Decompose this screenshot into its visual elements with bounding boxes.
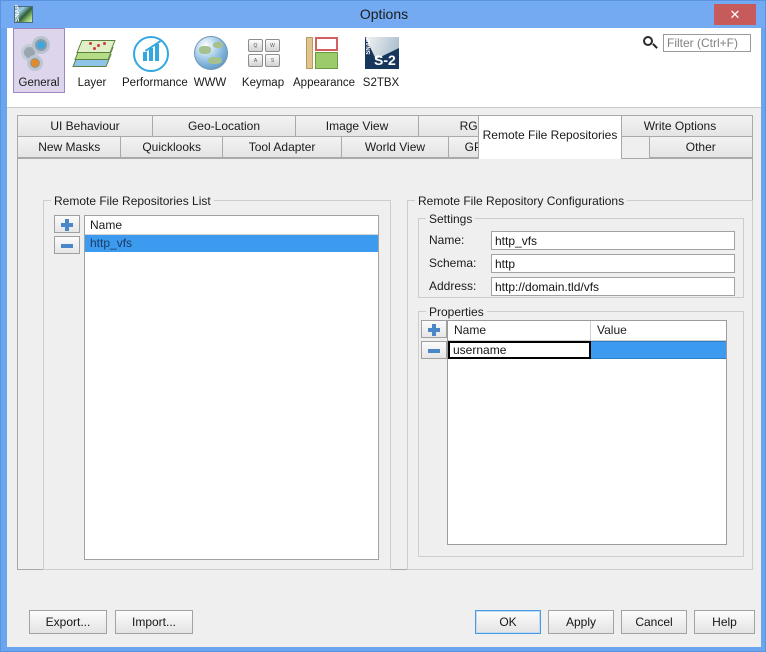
address-field-label: Address: [429,279,477,293]
tab-ui-behaviour[interactable]: UI Behaviour [17,115,152,137]
tab-strip: UI Behaviour Geo-Location Image View RGB… [17,115,753,159]
settings-legend: Settings [426,212,476,226]
performance-chart-icon [127,32,175,76]
help-button[interactable]: Help [694,610,755,634]
tab-row-top: UI Behaviour Geo-Location Image View RGB… [17,115,753,137]
properties-column-name: Name [448,321,591,340]
category-appearance[interactable]: Appearance [290,28,356,93]
minus-icon [428,349,440,353]
repositories-column-header-name: Name [85,216,378,235]
category-general-label: General [18,77,60,89]
window-title: Options [359,6,409,22]
add-repository-button[interactable] [54,215,80,233]
category-performance-label: Performance [122,77,188,89]
repository-list-item[interactable]: http_vfs [85,235,378,252]
tab-image-view[interactable]: Image View [295,115,418,137]
apply-button[interactable]: Apply [548,610,614,634]
cancel-button[interactable]: Cancel [621,610,687,634]
gears-icon [16,32,64,76]
address-field[interactable] [491,277,735,296]
remote-file-repositories-list-legend: Remote File Repositories List [51,194,214,208]
remove-repository-button[interactable] [54,236,80,254]
category-keymap-label: Keymap [241,77,285,89]
tab-quicklooks[interactable]: Quicklooks [120,136,222,158]
ok-button[interactable]: OK [475,610,541,634]
help-button-label: Help [712,615,737,629]
category-layer[interactable]: Layer [66,28,118,93]
category-s2tbx[interactable]: SNAP S-2 S2TBX [355,28,407,93]
category-keymap[interactable]: Q W A S Keymap [237,28,289,93]
search-icon [641,34,659,52]
layers-icon [69,32,117,76]
import-button-label: Import... [131,615,176,629]
properties-table-header: Name Value [448,321,726,341]
remote-file-repositories-list-group: Remote File Repositories List Name http_… [43,194,391,570]
minus-icon [61,244,73,248]
properties-group: Properties Name Value username [418,305,744,557]
category-list: General Layer Performance WWW Q W A S Ke… [13,28,408,93]
table-row[interactable]: username [448,341,726,359]
field-row-address: Address: [419,277,735,297]
close-button[interactable]: ✕ [714,4,756,25]
keyboard-icon: Q W A S [240,32,288,76]
category-s2tbx-label: S2TBX [362,77,400,89]
tab-geo-location[interactable]: Geo-Location [152,115,295,137]
category-www[interactable]: WWW [184,28,236,93]
globe-icon [187,32,235,76]
appearance-icon [298,32,346,76]
name-field-label: Name: [429,233,465,247]
dialog-content: General Layer Performance WWW Q W A S Ke… [7,28,761,647]
tab-world-view[interactable]: World View [341,136,448,158]
filter-input[interactable] [663,34,751,52]
cancel-button-label: Cancel [635,615,673,629]
property-value-cell[interactable] [591,341,726,359]
apply-button-label: Apply [565,615,597,629]
title-bar: SNAP Options ✕ [1,1,765,28]
filter-area [641,34,751,52]
plus-icon-v [432,324,436,336]
category-www-label: WWW [193,77,227,89]
export-button-label: Export... [45,615,91,629]
category-performance[interactable]: Performance [119,28,188,93]
plus-icon-v [65,219,69,231]
properties-legend: Properties [426,305,487,319]
schema-field[interactable] [491,254,735,273]
category-appearance-label: Appearance [293,77,356,89]
s2tbx-icon: SNAP S-2 [358,32,406,76]
tab-tool-adapter[interactable]: Tool Adapter [221,136,342,158]
tab-remote-file-repositories[interactable]: Remote File Repositories [478,115,622,159]
options-dialog-window: SNAP Options ✕ General Layer Performance… [0,0,766,652]
category-toolbar: General Layer Performance WWW Q W A S Ke… [7,28,761,108]
property-name-cell-editor[interactable]: username [448,341,591,359]
field-row-name: Name: [419,231,735,251]
tab-new-masks[interactable]: New Masks [17,136,121,158]
properties-table[interactable]: Name Value username [447,320,727,545]
remote-file-repository-configurations-group: Remote File Repository Configurations Se… [407,194,753,570]
configurations-legend: Remote File Repository Configurations [415,194,628,208]
category-layer-label: Layer [77,77,107,89]
ok-button-label: OK [499,615,517,629]
remove-property-button[interactable] [421,341,447,359]
add-property-button[interactable] [421,320,447,338]
name-field[interactable] [491,231,735,250]
repositories-listbox[interactable]: Name http_vfs [84,215,379,560]
tab-other[interactable]: Other [648,136,753,158]
field-row-schema: Schema: [419,254,735,274]
settings-group: Settings Name: Schema: Address: [418,212,744,298]
export-button[interactable]: Export... [29,610,107,634]
tab-row-bottom: New Masks Quicklooks Tool Adapter World … [17,136,753,158]
import-button[interactable]: Import... [115,610,193,634]
tab-write-options[interactable]: Write Options [607,115,753,137]
schema-field-label: Schema: [429,256,477,270]
category-general[interactable]: General [13,28,65,93]
properties-column-value: Value [597,323,627,337]
